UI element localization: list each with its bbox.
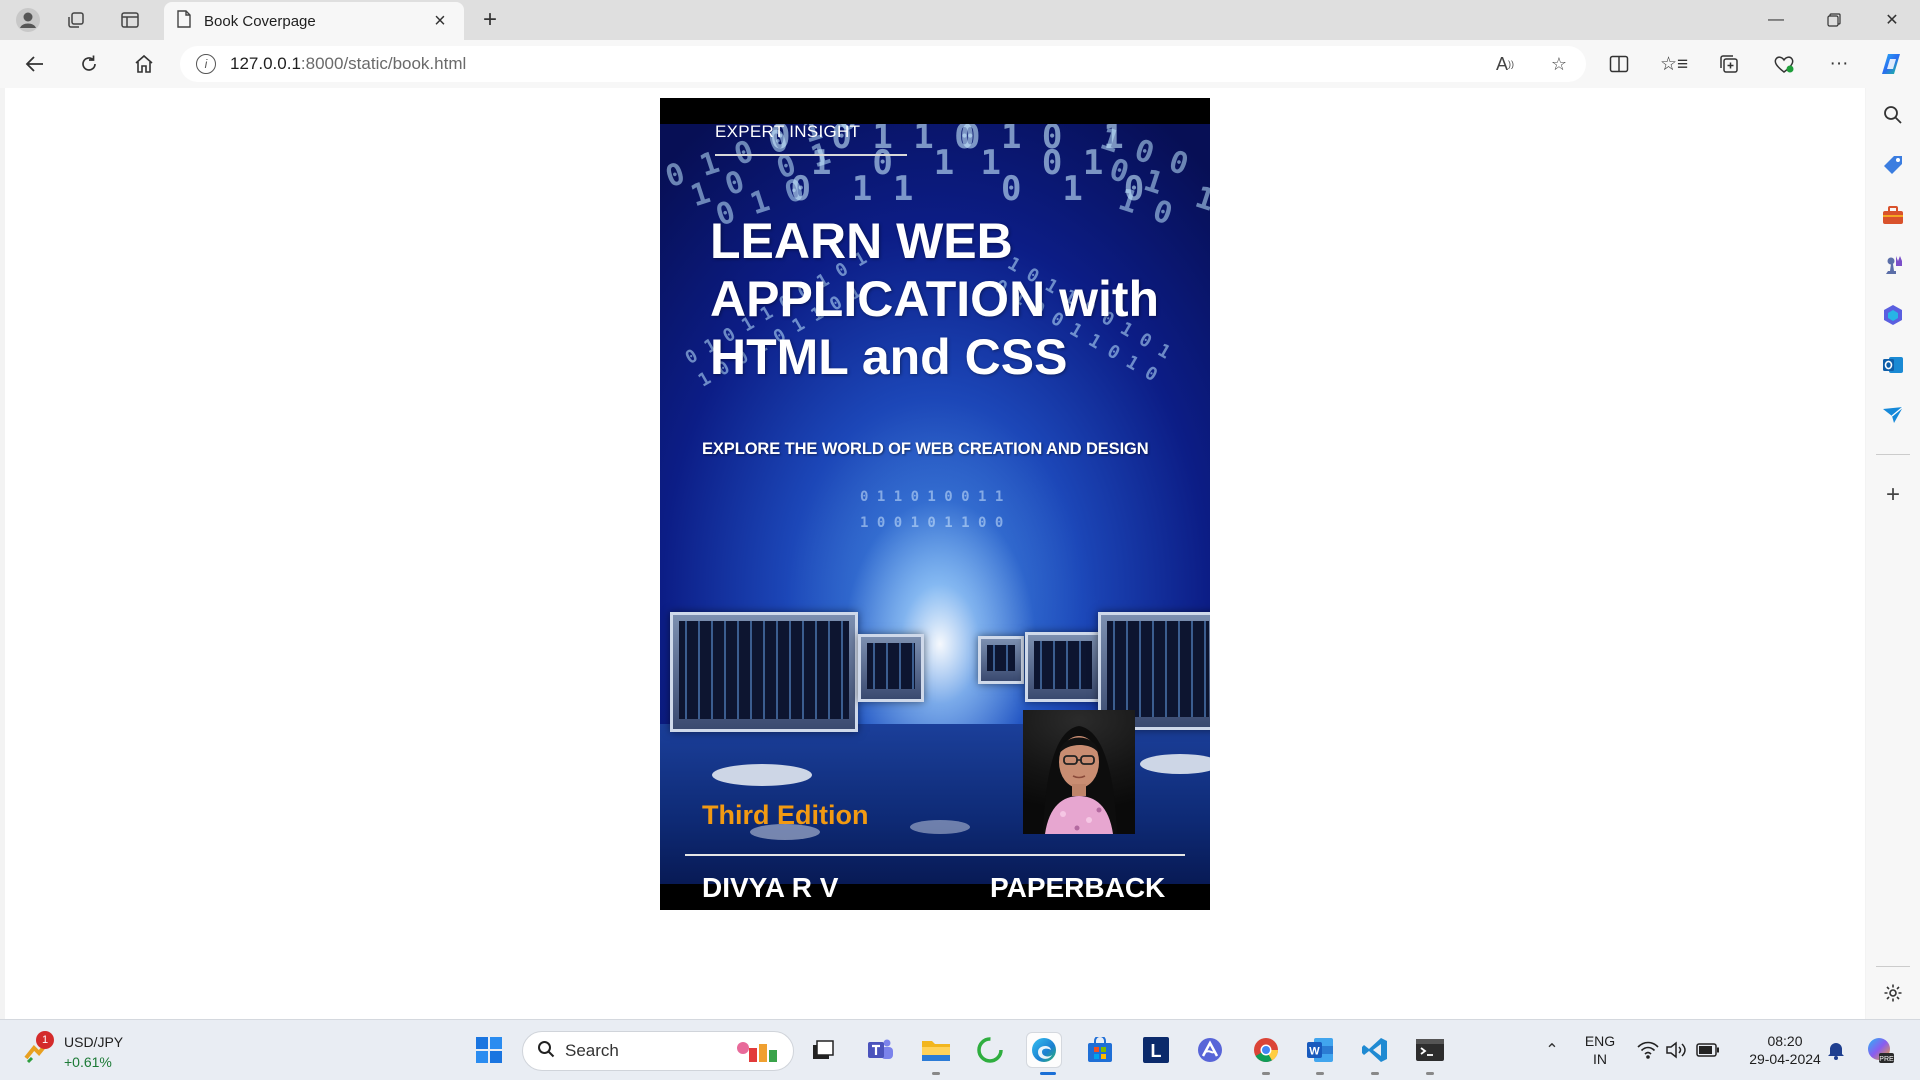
navigation-toolbar: i 127.0.0.1:8000/static/book.html A)) ☆ … [0, 40, 1920, 88]
refresh-button[interactable] [72, 48, 106, 80]
file-explorer-icon[interactable] [918, 1032, 954, 1068]
browser-essentials-icon[interactable] [1765, 48, 1803, 80]
restore-button[interactable] [1806, 0, 1862, 40]
ticker-change: +0.61% [64, 1054, 112, 1070]
tab-actions-icon[interactable] [114, 5, 146, 35]
title-line-2: APPLICATION with [710, 271, 1160, 327]
tab-title: Book Coverpage [204, 12, 316, 30]
search-highlight-icon [733, 1038, 779, 1071]
title-bar: Book Coverpage × + — ✕ [0, 0, 1920, 40]
collections-icon[interactable] [1710, 48, 1748, 80]
address-bar[interactable]: i 127.0.0.1:8000/static/book.html A)) ☆ [180, 46, 1586, 82]
svg-text:PRE: PRE [1879, 1056, 1894, 1063]
author-name: DIVYA R V [702, 872, 839, 903]
profile-icon[interactable] [12, 5, 44, 35]
read-aloud-icon[interactable]: A)) [1488, 54, 1522, 74]
show-hidden-icons-chevron-icon[interactable]: ⌃ [1534, 1032, 1570, 1068]
search-icon [537, 1040, 555, 1063]
home-button[interactable] [127, 48, 161, 80]
search-icon[interactable] [1875, 98, 1911, 132]
l-app-icon[interactable]: L [1138, 1032, 1174, 1068]
edge-browser-icon[interactable] [1026, 1032, 1062, 1068]
book-cover: 0 1 0 0 1 0 1 0 0 1 0 1 0 0 0 1 1 0 1 0 … [660, 98, 1210, 910]
windows-taskbar: 1 USD/JPY +0.61% Search L W ⌃ ENG IN 08:… [0, 1019, 1920, 1080]
tab-book-coverpage[interactable]: Book Coverpage × [164, 2, 464, 40]
workspaces-icon[interactable] [60, 5, 92, 35]
battery-icon[interactable] [1690, 1032, 1726, 1068]
arc-app-icon[interactable] [1192, 1032, 1228, 1068]
favorites-icon[interactable]: ☆≡ [1655, 48, 1693, 80]
settings-more-icon[interactable]: ··· [1820, 48, 1858, 80]
copilot-icon[interactable] [1874, 48, 1912, 80]
ticker-symbol: USD/JPY [64, 1034, 124, 1050]
sidebar-settings-gear-icon[interactable] [1875, 976, 1911, 1010]
vscode-icon[interactable] [1357, 1032, 1393, 1068]
taskbar-search-box[interactable]: Search [522, 1031, 794, 1071]
split-screen-icon[interactable] [1600, 48, 1638, 80]
site-info-icon[interactable]: i [196, 54, 216, 74]
series-underline [715, 154, 907, 156]
close-tab-icon[interactable]: × [428, 10, 452, 33]
microsoft-store-icon[interactable] [1082, 1032, 1118, 1068]
windows-start-icon[interactable] [471, 1032, 507, 1068]
sidebar-divider [1876, 454, 1910, 455]
region-code: IN [1593, 1051, 1607, 1067]
book-subtitle: EXPLORE THE WORLD OF WEB CREATION AND DE… [702, 440, 1149, 458]
back-button[interactable] [18, 48, 52, 80]
add-sidebar-app-icon[interactable]: + [1875, 478, 1911, 512]
tools-briefcase-icon[interactable] [1875, 198, 1911, 232]
language-code: ENG [1584, 1033, 1616, 1049]
microsoft-365-icon[interactable] [1875, 298, 1911, 332]
shopping-tag-icon[interactable] [1875, 148, 1911, 182]
address-url[interactable]: 127.0.0.1:8000/static/book.html [230, 54, 466, 74]
edge-sidebar: + [1866, 88, 1920, 1019]
widgets-ticker[interactable]: 1 USD/JPY +0.61% [22, 1030, 132, 1074]
volume-icon[interactable] [1658, 1032, 1694, 1068]
author-photo [1023, 710, 1135, 834]
games-icon[interactable] [1875, 248, 1911, 282]
terminal-icon[interactable] [1412, 1032, 1448, 1068]
chrome-icon[interactable] [1248, 1032, 1284, 1068]
title-line-1: LEARN WEB [710, 213, 1013, 269]
title-line-3: HTML and CSS [710, 329, 1068, 385]
series-label: EXPERT INSIGHT [715, 122, 861, 141]
teams-icon[interactable] [862, 1032, 898, 1068]
edition-label: Third Edition [702, 800, 869, 830]
book-format: PAPERBACK [990, 872, 1166, 903]
task-view-icon[interactable] [805, 1032, 841, 1068]
notification-bell-icon[interactable] [1818, 1032, 1854, 1068]
search-placeholder: Search [565, 1041, 619, 1060]
new-tab-button[interactable]: + [474, 6, 506, 34]
ticker-badge: 1 [36, 1031, 54, 1049]
sidebar-divider-bottom [1876, 966, 1910, 967]
svg-text:L: L [1151, 1041, 1162, 1061]
send-drop-icon[interactable] [1875, 398, 1911, 432]
page-icon [176, 9, 192, 33]
close-window-button[interactable]: ✕ [1864, 0, 1920, 40]
footer-divider [685, 854, 1185, 856]
refresh-circle-app-icon[interactable] [972, 1032, 1008, 1068]
outlook-icon[interactable] [1875, 348, 1911, 382]
word-icon[interactable]: W [1302, 1032, 1338, 1068]
copilot-preview-icon[interactable]: PRE [1862, 1032, 1898, 1068]
language-indicator[interactable]: ENG IN [1578, 1032, 1622, 1068]
svg-text:W: W [1309, 1046, 1320, 1058]
page-viewport: 0 1 0 0 1 0 1 0 0 1 0 1 0 0 0 1 1 0 1 0 … [5, 88, 1865, 1019]
minimize-button[interactable]: — [1748, 0, 1804, 40]
book-title: LEARN WEB APPLICATION with HTML and CSS [710, 212, 1190, 386]
favorite-star-icon[interactable]: ☆ [1542, 54, 1576, 74]
